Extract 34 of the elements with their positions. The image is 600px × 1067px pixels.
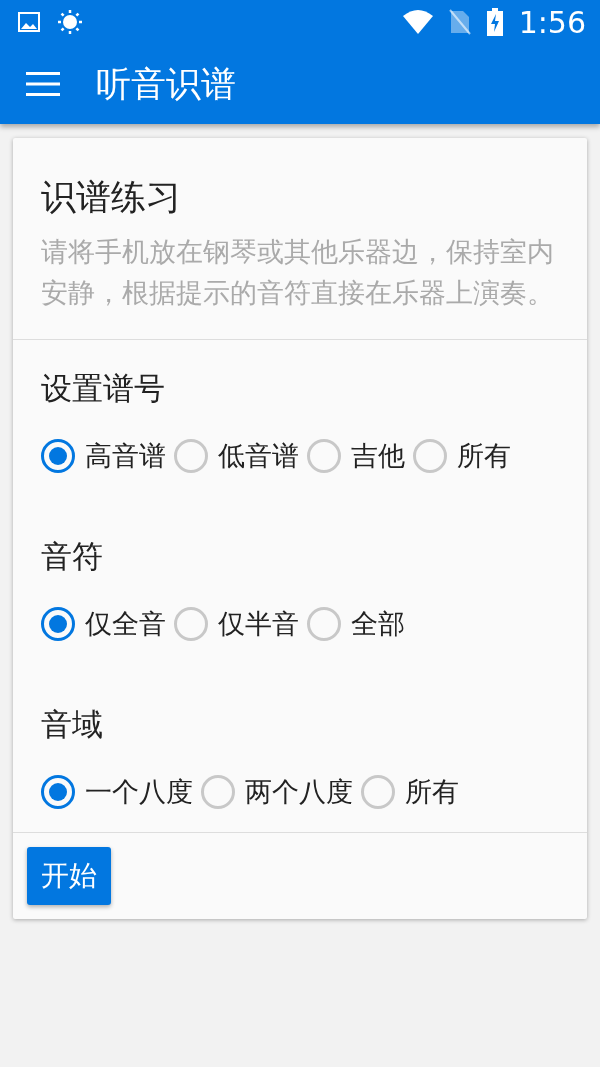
radio-button[interactable] — [41, 439, 75, 473]
radio-button[interactable] — [307, 439, 341, 473]
app-title: 听音识谱 — [96, 62, 236, 106]
radio-button[interactable] — [361, 775, 395, 809]
brightness-icon — [56, 8, 84, 36]
radio-button[interactable] — [307, 607, 341, 641]
radio-label[interactable]: 所有 — [405, 774, 459, 810]
no-sim-icon — [448, 9, 471, 35]
card-title: 识谱练习 — [41, 176, 182, 219]
start-button[interactable]: 开始 — [27, 847, 111, 905]
card-description: 请将手机放在钢琴或其他乐器边，保持室内安静，根据提示的音符直接在乐器上演奏。 — [41, 235, 555, 310]
radio-button[interactable] — [413, 439, 447, 473]
group-label: 设置谱号 — [41, 369, 166, 408]
radio-label[interactable]: 仅半音 — [218, 606, 299, 642]
wifi-icon — [402, 10, 433, 34]
radio-label[interactable]: 所有 — [457, 438, 511, 474]
radio-label[interactable]: 低音谱 — [218, 438, 299, 474]
radio-label[interactable]: 一个八度 — [85, 774, 193, 810]
radio-label[interactable]: 两个八度 — [245, 774, 353, 810]
radio-label[interactable]: 仅全音 — [85, 606, 166, 642]
radio-button[interactable] — [174, 607, 208, 641]
clock-time: 1:56 — [518, 4, 586, 40]
radio-label[interactable]: 吉他 — [351, 438, 405, 474]
radio-button[interactable] — [41, 607, 75, 641]
image-icon — [18, 12, 40, 32]
radio-button[interactable] — [41, 775, 75, 809]
group-label: 音域 — [41, 705, 104, 744]
radio-button[interactable] — [201, 775, 235, 809]
group-label: 音符 — [41, 537, 104, 576]
battery-charging-icon — [486, 8, 503, 36]
radio-label[interactable]: 高音谱 — [85, 438, 166, 474]
radio-button[interactable] — [174, 439, 208, 473]
menu-icon[interactable] — [26, 72, 60, 96]
radio-label[interactable]: 全部 — [351, 606, 405, 642]
